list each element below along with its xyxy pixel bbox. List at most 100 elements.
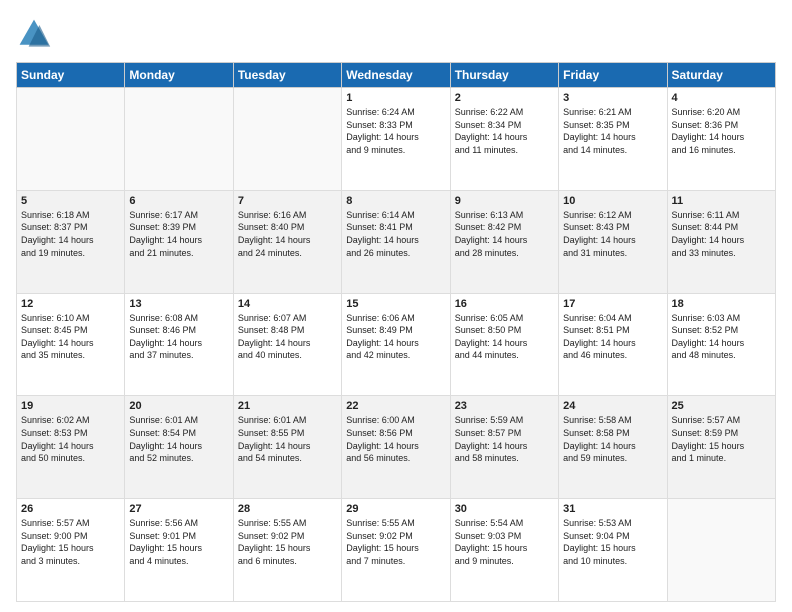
- calendar-cell: 23Sunrise: 5:59 AM Sunset: 8:57 PM Dayli…: [450, 396, 558, 499]
- day-number: 4: [672, 92, 771, 104]
- calendar-cell: 29 Sunrise: 5:55 AM Sunset: 9:02 PM Dayli…: [342, 499, 450, 602]
- day-info: Sunrise: 6:13 AM Sunset: 8:42 PM Dayligh…: [455, 209, 554, 259]
- day-number: 30: [455, 503, 554, 515]
- calendar-cell: 25 Sunrise: 5:57 AM Sunset: 8:59 PM Dayli…: [667, 396, 775, 499]
- day-info: Sunrise: 6:04 AM Sunset: 8:51 PM Dayligh…: [563, 312, 662, 362]
- week-row-2: 5 Sunrise: 6:18 AM Sunset: 8:37 PM Daylig…: [17, 190, 776, 293]
- calendar-table: SundayMondayTuesdayWednesdayThursdayFrid…: [16, 62, 776, 602]
- calendar-cell: 24 Sunrise: 5:58 AM Sunset: 8:58 PM Dayli…: [559, 396, 667, 499]
- day-number: 29: [346, 503, 445, 515]
- dow-header-sunday: Sunday: [17, 63, 125, 88]
- day-info: Sunrise: 5:53 AM Sunset: 9:04 PM Dayligh…: [563, 517, 662, 567]
- week-row-5: 26Sunrise: 5:57 AM Sunset: 9:00 PM Dayli…: [17, 499, 776, 602]
- day-number: 27: [129, 503, 228, 515]
- calendar-cell: [667, 499, 775, 602]
- day-info: Sunrise: 6:10 AM Sunset: 8:45 PM Dayligh…: [21, 312, 120, 362]
- dow-header-friday: Friday: [559, 63, 667, 88]
- calendar-cell: 26Sunrise: 5:57 AM Sunset: 9:00 PM Dayli…: [17, 499, 125, 602]
- day-info: Sunrise: 6:08 AM Sunset: 8:46 PM Dayligh…: [129, 312, 228, 362]
- day-number: 23: [455, 400, 554, 412]
- dow-header-thursday: Thursday: [450, 63, 558, 88]
- day-number: 21: [238, 400, 337, 412]
- day-number: 8: [346, 195, 445, 207]
- day-info: Sunrise: 6:21 AM Sunset: 8:35 PM Dayligh…: [563, 106, 662, 156]
- calendar-cell: 18 Sunrise: 6:03 AM Sunset: 8:52 PM Dayli…: [667, 293, 775, 396]
- day-number: 12: [21, 298, 120, 310]
- day-number: 16: [455, 298, 554, 310]
- calendar-cell: [17, 88, 125, 191]
- day-number: 28: [238, 503, 337, 515]
- calendar-cell: 7 Sunrise: 6:16 AM Sunset: 8:40 PM Daylig…: [233, 190, 341, 293]
- day-info: Sunrise: 5:55 AM Sunset: 9:02 PM Dayligh…: [346, 517, 445, 567]
- calendar-cell: 11Sunrise: 6:11 AM Sunset: 8:44 PM Dayli…: [667, 190, 775, 293]
- day-info: Sunrise: 5:55 AM Sunset: 9:02 PM Dayligh…: [238, 517, 337, 567]
- calendar-cell: 13 Sunrise: 6:08 AM Sunset: 8:46 PM Dayli…: [125, 293, 233, 396]
- week-row-3: 12 Sunrise: 6:10 AM Sunset: 8:45 PM Dayli…: [17, 293, 776, 396]
- day-number: 6: [129, 195, 228, 207]
- day-info: Sunrise: 6:16 AM Sunset: 8:40 PM Dayligh…: [238, 209, 337, 259]
- day-info: Sunrise: 6:12 AM Sunset: 8:43 PM Dayligh…: [563, 209, 662, 259]
- day-number: 13: [129, 298, 228, 310]
- day-number: 17: [563, 298, 662, 310]
- day-info: Sunrise: 6:20 AM Sunset: 8:36 PM Dayligh…: [672, 106, 771, 156]
- calendar-cell: 10 Sunrise: 6:12 AM Sunset: 8:43 PM Dayli…: [559, 190, 667, 293]
- calendar-cell: [125, 88, 233, 191]
- day-number: 3: [563, 92, 662, 104]
- day-number: 1: [346, 92, 445, 104]
- day-number: 2: [455, 92, 554, 104]
- day-number: 7: [238, 195, 337, 207]
- day-number: 15: [346, 298, 445, 310]
- day-info: Sunrise: 6:06 AM Sunset: 8:49 PM Dayligh…: [346, 312, 445, 362]
- day-info: Sunrise: 5:58 AM Sunset: 8:58 PM Dayligh…: [563, 414, 662, 464]
- day-number: 18: [672, 298, 771, 310]
- day-info: Sunrise: 6:07 AM Sunset: 8:48 PM Dayligh…: [238, 312, 337, 362]
- week-row-1: 1 Sunrise: 6:24 AM Sunset: 8:33 PM Daylig…: [17, 88, 776, 191]
- day-number: 20: [129, 400, 228, 412]
- day-info: Sunrise: 6:01 AM Sunset: 8:55 PM Dayligh…: [238, 414, 337, 464]
- day-info: Sunrise: 6:03 AM Sunset: 8:52 PM Dayligh…: [672, 312, 771, 362]
- calendar-cell: 22Sunrise: 6:00 AM Sunset: 8:56 PM Dayli…: [342, 396, 450, 499]
- day-number: 10: [563, 195, 662, 207]
- calendar-cell: 28 Sunrise: 5:55 AM Sunset: 9:02 PM Dayli…: [233, 499, 341, 602]
- calendar-cell: 19Sunrise: 6:02 AM Sunset: 8:53 PM Dayli…: [17, 396, 125, 499]
- calendar-cell: 27 Sunrise: 5:56 AM Sunset: 9:01 PM Dayli…: [125, 499, 233, 602]
- day-info: Sunrise: 6:02 AM Sunset: 8:53 PM Dayligh…: [21, 414, 120, 464]
- day-number: 22: [346, 400, 445, 412]
- day-number: 11: [672, 195, 771, 207]
- day-number: 31: [563, 503, 662, 515]
- calendar-cell: 16Sunrise: 6:05 AM Sunset: 8:50 PM Dayli…: [450, 293, 558, 396]
- logo-icon: [16, 16, 52, 52]
- calendar-cell: 3 Sunrise: 6:21 AM Sunset: 8:35 PM Daylig…: [559, 88, 667, 191]
- day-info: Sunrise: 6:18 AM Sunset: 8:37 PM Dayligh…: [21, 209, 120, 259]
- calendar-cell: 12 Sunrise: 6:10 AM Sunset: 8:45 PM Dayli…: [17, 293, 125, 396]
- calendar-cell: 1 Sunrise: 6:24 AM Sunset: 8:33 PM Daylig…: [342, 88, 450, 191]
- day-info: Sunrise: 5:57 AM Sunset: 9:00 PM Dayligh…: [21, 517, 120, 567]
- day-info: Sunrise: 6:01 AM Sunset: 8:54 PM Dayligh…: [129, 414, 228, 464]
- logo: [16, 16, 58, 52]
- calendar-cell: 2Sunrise: 6:22 AM Sunset: 8:34 PM Daylig…: [450, 88, 558, 191]
- day-number: 9: [455, 195, 554, 207]
- page: SundayMondayTuesdayWednesdayThursdayFrid…: [0, 0, 792, 612]
- calendar-cell: 5 Sunrise: 6:18 AM Sunset: 8:37 PM Daylig…: [17, 190, 125, 293]
- day-info: Sunrise: 5:56 AM Sunset: 9:01 PM Dayligh…: [129, 517, 228, 567]
- calendar-cell: [233, 88, 341, 191]
- dow-header-tuesday: Tuesday: [233, 63, 341, 88]
- calendar-cell: 9 Sunrise: 6:13 AM Sunset: 8:42 PM Daylig…: [450, 190, 558, 293]
- day-number: 24: [563, 400, 662, 412]
- day-number: 25: [672, 400, 771, 412]
- calendar-cell: 14 Sunrise: 6:07 AM Sunset: 8:48 PM Dayli…: [233, 293, 341, 396]
- calendar-cell: 17 Sunrise: 6:04 AM Sunset: 8:51 PM Dayli…: [559, 293, 667, 396]
- calendar-cell: 20 Sunrise: 6:01 AM Sunset: 8:54 PM Dayli…: [125, 396, 233, 499]
- header: [16, 16, 776, 52]
- day-info: Sunrise: 5:57 AM Sunset: 8:59 PM Dayligh…: [672, 414, 771, 464]
- calendar-cell: 15 Sunrise: 6:06 AM Sunset: 8:49 PM Dayli…: [342, 293, 450, 396]
- day-info: Sunrise: 6:24 AM Sunset: 8:33 PM Dayligh…: [346, 106, 445, 156]
- dow-header-saturday: Saturday: [667, 63, 775, 88]
- day-number: 5: [21, 195, 120, 207]
- day-number: 14: [238, 298, 337, 310]
- day-info: Sunrise: 6:14 AM Sunset: 8:41 PM Dayligh…: [346, 209, 445, 259]
- calendar-cell: 4 Sunrise: 6:20 AM Sunset: 8:36 PM Daylig…: [667, 88, 775, 191]
- calendar-cell: 6Sunrise: 6:17 AM Sunset: 8:39 PM Daylig…: [125, 190, 233, 293]
- day-of-week-row: SundayMondayTuesdayWednesdayThursdayFrid…: [17, 63, 776, 88]
- day-info: Sunrise: 5:54 AM Sunset: 9:03 PM Dayligh…: [455, 517, 554, 567]
